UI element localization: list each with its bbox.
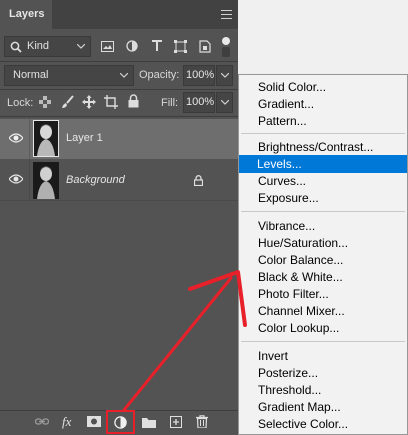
lock-all-icon[interactable]: [128, 94, 139, 108]
menu-item-curves[interactable]: Curves...: [240, 172, 406, 190]
menu-item-photo-filter[interactable]: Photo Filter...: [240, 285, 406, 303]
search-icon: [10, 41, 22, 53]
fill-input[interactable]: 100%: [183, 92, 215, 113]
lock-row: Lock: Fill: 100%: [0, 92, 238, 114]
adjustment-layer-icon[interactable]: [114, 416, 127, 429]
menu-item-brightness-contrast[interactable]: Brightness/Contrast...: [240, 138, 406, 156]
new-layer-icon[interactable]: [170, 416, 182, 428]
menu-item-color-lookup[interactable]: Color Lookup...: [240, 319, 406, 337]
menu-item-gradient[interactable]: Gradient...: [240, 95, 406, 113]
menu-item-hue-saturation[interactable]: Hue/Saturation...: [240, 234, 406, 252]
filter-row: Kind: [0, 36, 238, 58]
add-mask-icon[interactable]: [87, 416, 101, 427]
menu-item-threshold[interactable]: Threshold...: [240, 381, 406, 399]
opacity-input[interactable]: 100%: [183, 65, 215, 86]
menu-item-selective-color[interactable]: Selective Color...: [240, 415, 406, 433]
divider: [0, 61, 238, 62]
divider: [0, 200, 238, 201]
opacity-label: Opacity:: [139, 69, 180, 81]
type-filter-icon[interactable]: [151, 40, 163, 52]
chevron-down-icon: [120, 73, 128, 78]
fill-value: 100%: [186, 96, 215, 108]
menu-item-posterize[interactable]: Posterize...: [240, 364, 406, 382]
layer-thumbnail: [33, 120, 59, 157]
artboard-lock-icon[interactable]: [104, 95, 118, 109]
smart-object-filter-icon[interactable]: [199, 40, 211, 53]
layer-row-background[interactable]: Background: [0, 160, 238, 200]
opacity-value: 100%: [186, 69, 215, 81]
menu-item-levels[interactable]: Levels...: [239, 155, 407, 173]
fx-icon[interactable]: fx: [62, 414, 71, 430]
menu-item-color-balance[interactable]: Color Balance...: [240, 251, 406, 269]
layer-thumbnail: [33, 162, 59, 199]
menu-item-channel-mixer[interactable]: Channel Mixer...: [240, 302, 406, 320]
lock-transparent-pixels-icon[interactable]: [39, 96, 51, 108]
opacity-dropdown[interactable]: [216, 65, 233, 86]
divider: [0, 89, 238, 90]
fill-label: Fill:: [161, 97, 179, 109]
portrait-thumbnail: [34, 121, 58, 156]
menu-item-vibrance[interactable]: Vibrance...: [240, 217, 406, 235]
filter-kind-select[interactable]: Kind: [4, 36, 91, 57]
tab-layers[interactable]: Layers: [0, 0, 52, 29]
menu-separator: [241, 133, 405, 134]
filter-toggle[interactable]: [222, 37, 230, 57]
adjustment-filter-icon[interactable]: [126, 40, 138, 52]
menu-item-black-white[interactable]: Black & White...: [240, 268, 406, 286]
blend-mode-value: Normal: [13, 69, 49, 81]
menu-item-pattern[interactable]: Pattern...: [240, 112, 406, 130]
tab-bar: Layers: [0, 0, 238, 29]
lock-icon: [194, 175, 203, 186]
eye-icon[interactable]: [9, 133, 23, 143]
menu-item-invert[interactable]: Invert: [240, 347, 406, 365]
lock-label: Lock:: [7, 97, 34, 109]
blend-mode-select[interactable]: Normal: [4, 65, 134, 86]
eye-icon[interactable]: [9, 174, 23, 184]
menu-separator: [241, 341, 405, 342]
panel-menu-icon[interactable]: [221, 10, 232, 19]
brush-icon[interactable]: [61, 95, 74, 109]
move-icon[interactable]: [82, 95, 96, 109]
blend-row: Normal Opacity: 100%: [0, 65, 238, 86]
layer-name[interactable]: Layer 1: [66, 132, 103, 144]
portrait-thumbnail: [33, 162, 59, 199]
menu-item-solid-color[interactable]: Solid Color...: [240, 78, 406, 96]
shape-filter-icon[interactable]: [174, 40, 187, 53]
folder-icon[interactable]: [142, 417, 156, 428]
fill-dropdown[interactable]: [216, 92, 233, 113]
chevron-down-icon: [77, 44, 85, 49]
filter-kind-label: Kind: [27, 40, 50, 52]
link-layers-icon[interactable]: [35, 418, 49, 426]
layer-name[interactable]: Background: [66, 174, 125, 186]
adjustment-layer-menu: Solid Color... Gradient... Pattern... Br…: [238, 74, 408, 435]
trash-icon[interactable]: [196, 415, 208, 428]
chevron-down-icon: [221, 100, 229, 105]
layers-bottom-toolbar: fx: [0, 410, 238, 435]
pixel-filter-icon[interactable]: [101, 41, 114, 52]
menu-item-exposure[interactable]: Exposure...: [240, 189, 406, 207]
layer-row-layer-1[interactable]: Layer 1: [0, 119, 238, 159]
layers-panel: Layers Kind Normal Opacity: 100% Lock: F…: [0, 0, 238, 435]
chevron-down-icon: [221, 73, 229, 78]
divider: [0, 116, 238, 117]
menu-item-gradient-map[interactable]: Gradient Map...: [240, 398, 406, 416]
menu-separator: [241, 211, 405, 212]
